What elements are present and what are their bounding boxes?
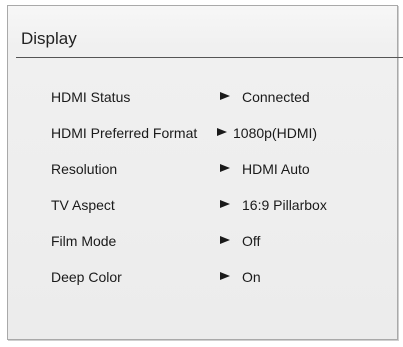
setting-row-hdmi-status[interactable]: HDMI Status Connected: [51, 84, 401, 120]
setting-label: Film Mode: [51, 233, 117, 249]
setting-value: Off: [242, 233, 261, 249]
setting-value: 16:9 Pillarbox: [242, 197, 327, 213]
right-triangle-icon: [220, 164, 230, 172]
right-triangle-icon: [220, 272, 230, 280]
setting-value: HDMI Auto: [242, 161, 310, 177]
display-settings-panel: Display HDMI Status Connected HDMI Prefe…: [7, 5, 403, 340]
setting-row-deep-color[interactable]: Deep Color On: [51, 264, 401, 300]
panel-title: Display: [21, 29, 77, 48]
right-triangle-icon: [217, 128, 227, 136]
right-triangle-icon: [220, 200, 230, 208]
setting-label: Resolution: [51, 161, 118, 177]
setting-label: HDMI Preferred Format: [51, 125, 198, 141]
setting-value: Connected: [242, 89, 310, 105]
setting-row-film-mode[interactable]: Film Mode Off: [51, 228, 401, 264]
setting-row-hdmi-preferred-format[interactable]: HDMI Preferred Format 1080p(HDMI): [51, 120, 401, 156]
setting-row-tv-aspect[interactable]: TV Aspect 16:9 Pillarbox: [51, 192, 401, 228]
title-divider: [16, 57, 403, 58]
right-triangle-icon: [220, 236, 230, 244]
setting-label: HDMI Status: [51, 89, 131, 105]
setting-label: Deep Color: [51, 269, 122, 285]
setting-value: 1080p(HDMI): [233, 125, 318, 141]
setting-row-resolution[interactable]: Resolution HDMI Auto: [51, 156, 401, 192]
setting-label: TV Aspect: [51, 197, 115, 213]
settings-list: HDMI Status Connected HDMI Preferred For…: [51, 84, 401, 300]
setting-value: On: [242, 269, 261, 285]
right-triangle-icon: [220, 92, 230, 100]
